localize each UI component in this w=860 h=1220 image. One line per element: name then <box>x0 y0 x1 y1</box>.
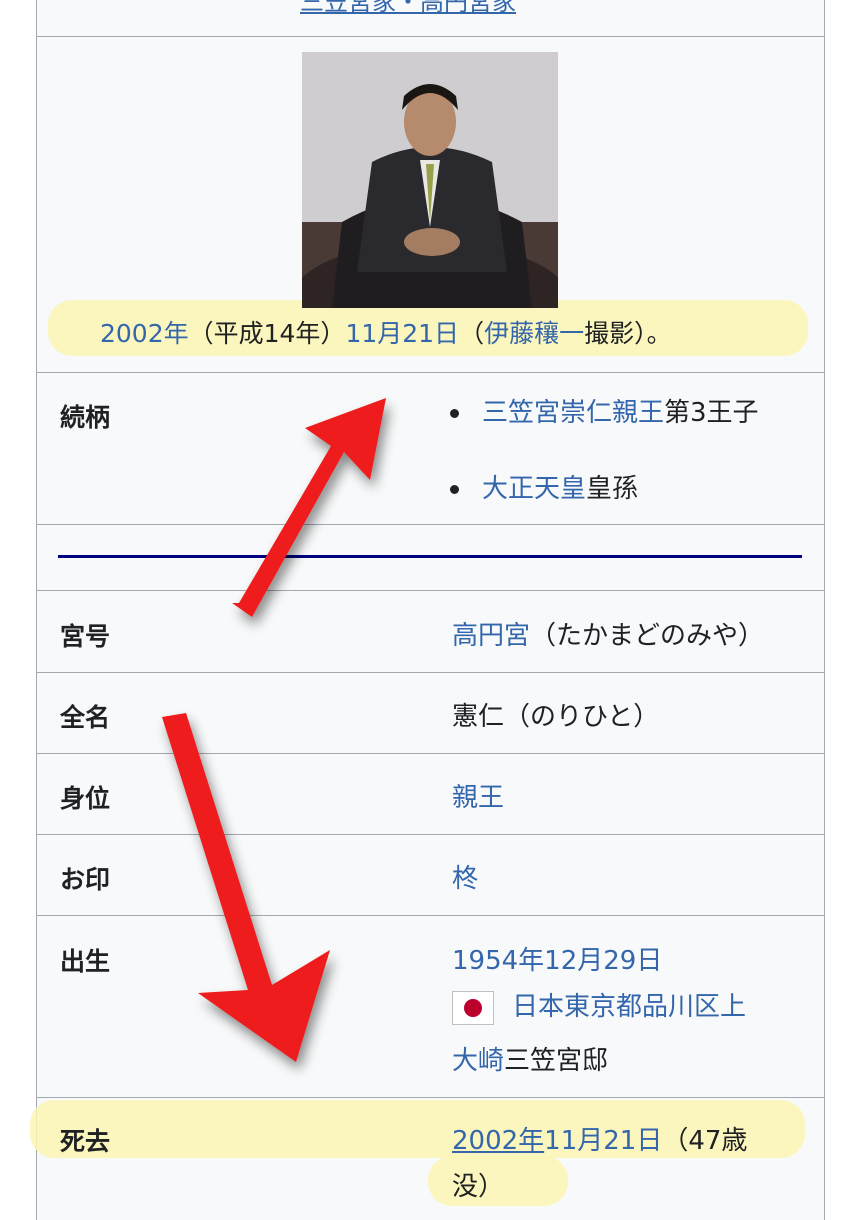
value-miyago: 高円宮（たかまどのみや） <box>452 615 764 652</box>
label-lineage: 続柄 <box>60 403 111 432</box>
divider <box>36 915 825 916</box>
birth-place: 日本東京都品川区上 <box>452 986 746 1025</box>
seal-link[interactable]: 柊 <box>452 858 478 895</box>
value-death: 2002年11月21日（47歳 <box>452 1120 747 1157</box>
divider <box>36 834 825 835</box>
label-rank: 身位 <box>60 784 111 813</box>
value-fullname: 憲仁（のりひと） <box>452 702 660 732</box>
lineage-link-1[interactable]: 三笠宮崇仁親王 <box>482 398 664 428</box>
caption-year-link[interactable]: 2002年 <box>100 319 189 348</box>
lineage-link-2[interactable]: 大正天皇 <box>482 474 586 504</box>
divider <box>36 524 825 525</box>
photo-caption: 2002年（平成14年）11月21日（伊藤穰一撮影）。 <box>100 314 672 350</box>
label-birth: 出生 <box>60 947 111 976</box>
miyago-link[interactable]: 高円宮 <box>452 621 530 651</box>
portrait-photo[interactable] <box>302 52 558 308</box>
divider <box>36 1097 825 1098</box>
death-date-link[interactable]: 11月21日 <box>544 1126 662 1156</box>
label-fullname: 全名 <box>60 703 111 732</box>
divider <box>36 753 825 754</box>
birth-date-link[interactable]: 1954年12月29日 <box>452 940 662 977</box>
rank-link[interactable]: 親王 <box>452 777 504 814</box>
birth-place-link-2[interactable]: 大崎 <box>452 1046 504 1076</box>
section-rule <box>58 555 802 558</box>
divider <box>36 672 825 673</box>
birth-place-link[interactable]: 日本東京都品川区上 <box>512 992 746 1022</box>
divider <box>36 590 825 591</box>
lineage-text-2: 皇孫 <box>586 474 639 504</box>
birth-place-line2: 大崎三笠宮邸 <box>452 1040 608 1077</box>
caption-date-link[interactable]: 11月21日 <box>345 319 459 348</box>
japan-flag-icon[interactable] <box>452 990 494 1025</box>
divider <box>36 372 825 373</box>
miyago-reading: （たかまどのみや） <box>530 621 765 651</box>
death-age-line2: 没） <box>452 1172 505 1202</box>
death-year-link[interactable]: 2002年 <box>452 1126 544 1156</box>
caption-era: （平成14年） <box>188 319 346 348</box>
death-age: （47歳 <box>662 1126 748 1156</box>
caption-paren: （ <box>459 319 485 348</box>
label-miyago: 宮号 <box>60 622 111 651</box>
caption-suffix: 撮影）。 <box>584 319 672 348</box>
caption-photographer-link[interactable]: 伊藤穰一 <box>484 319 584 348</box>
label-death: 死去 <box>60 1127 111 1156</box>
lineage-text-1: 第3王子 <box>664 398 759 428</box>
list-item: 三笠宮崇仁親王第3王子 <box>448 395 759 471</box>
label-seal: お印 <box>60 865 111 894</box>
divider <box>36 36 825 37</box>
list-item: 大正天皇皇孫 <box>448 471 759 547</box>
top-link-house[interactable]: 三笠宮家・高円宮家 <box>300 0 516 17</box>
birth-place-text: 三笠宮邸 <box>504 1046 609 1076</box>
